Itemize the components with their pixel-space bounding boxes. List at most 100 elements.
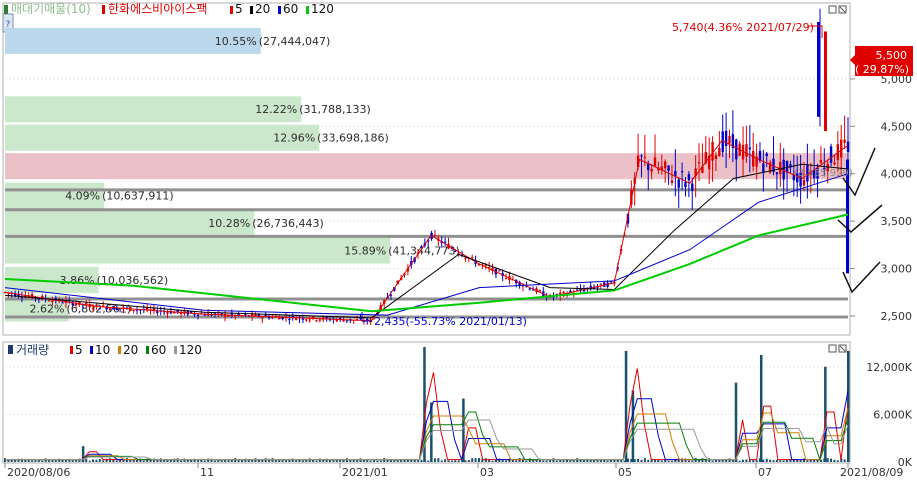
volume-bar — [264, 458, 267, 462]
volume-ma-legend-swatch — [174, 346, 177, 354]
volume-bar — [92, 459, 95, 462]
volume-bar — [660, 460, 663, 462]
candle-body — [132, 310, 135, 312]
volume-bar — [542, 460, 545, 462]
volume-bar — [515, 460, 518, 462]
candle-body — [196, 314, 200, 316]
profile-pct-label: 3.86% — [60, 274, 95, 287]
volume-bar — [752, 460, 755, 462]
volume-bar — [48, 460, 51, 462]
volume-bar — [775, 459, 778, 462]
candle-body — [697, 162, 701, 164]
price-tick-label: 4,500 — [881, 120, 913, 133]
x-tick-label: 2021/01 — [342, 466, 388, 479]
current-price-badge: 5,500 ( 29.87%) — [850, 46, 913, 76]
volume-ma-legend-label: 20 — [123, 343, 138, 357]
candle-body — [691, 183, 694, 191]
volume-bar — [115, 460, 118, 462]
volume-bar — [711, 460, 714, 462]
candle-body — [687, 174, 691, 181]
candle-body — [61, 302, 64, 304]
volume-bar — [762, 459, 765, 462]
price-tick-label: 3,500 — [881, 215, 913, 228]
profile-pct-label: 12.22% — [255, 103, 297, 116]
volume-tick-label: 6,000K — [873, 408, 912, 421]
profile-pct-label: 10.55% — [215, 35, 257, 48]
x-tick-label: 11 — [200, 466, 214, 479]
candle-body — [98, 308, 101, 310]
x-tick-label: 07 — [758, 466, 772, 479]
volume-bar — [484, 458, 487, 462]
volume-ma-legend-swatch — [90, 346, 93, 354]
current-change: ( 29.87%) — [855, 63, 909, 76]
volume-bar — [525, 460, 528, 462]
ma-legend-label: 120 — [311, 2, 334, 16]
candle-body — [108, 308, 112, 310]
volume-bar — [684, 458, 687, 462]
price-legend: 매대기매물(10) 한화에스비아이스팩 5 20 60 120 — [4, 2, 334, 16]
volume-bar — [37, 460, 40, 462]
ma-legend-label: 60 — [283, 2, 298, 16]
candle-body — [819, 160, 823, 163]
volume-bar — [637, 458, 640, 462]
candle-body — [74, 303, 78, 305]
volume-bar — [562, 460, 565, 462]
candle-body — [680, 171, 684, 173]
volume-bar — [345, 458, 348, 462]
volume-bar — [427, 460, 430, 462]
profile-pct-label: 2.62% — [30, 302, 65, 315]
volume-bar — [505, 460, 508, 462]
volume-bar — [356, 460, 359, 462]
volume-bar — [457, 460, 460, 462]
candle-body — [640, 155, 643, 157]
volume-bar — [528, 458, 531, 462]
candle-body — [728, 135, 731, 144]
candle-body — [643, 156, 647, 158]
volume-bar — [521, 458, 524, 462]
volume-bar — [95, 459, 98, 462]
volume-bar — [640, 459, 643, 462]
volume-bar — [274, 460, 277, 462]
volume-bar — [454, 460, 457, 462]
volume-bar — [88, 460, 91, 462]
volume-bar — [603, 459, 606, 462]
volume-bar — [108, 458, 111, 462]
volume-bar — [41, 460, 44, 462]
profile-amount-label: (33,698,186) — [317, 132, 389, 145]
volume-bar — [254, 458, 257, 462]
volume-bar — [102, 460, 105, 462]
volume-bar — [203, 460, 206, 462]
volume-bar — [802, 458, 805, 462]
volume-bar — [572, 460, 575, 462]
volume-ma-legend-swatch — [70, 346, 73, 354]
volume-bar — [31, 460, 34, 462]
candle-body — [829, 146, 833, 163]
volume-bar — [765, 458, 768, 462]
volume-bar — [376, 460, 379, 462]
candle-body — [562, 291, 565, 294]
volume-bar — [464, 460, 467, 462]
volume-bar — [342, 459, 345, 462]
volume-bar — [698, 459, 701, 462]
volume-bar — [681, 458, 684, 462]
candle-body — [775, 172, 779, 175]
volume-bar — [295, 460, 298, 462]
candle-body — [824, 31, 827, 132]
volume-bar — [440, 460, 443, 462]
volume-bar — [718, 459, 721, 462]
candle-body — [308, 319, 311, 321]
resistance-annotation: (3,935,929) — [794, 168, 853, 179]
candle-body — [91, 307, 95, 309]
x-tick-label: 03 — [480, 466, 494, 479]
volume-bar — [352, 460, 355, 462]
volume-bar — [447, 460, 450, 462]
stock-chart: ? 10.55%12.22%12.96%4.09%10.28%15.89%3.8… — [2, 2, 913, 479]
volume-bar — [809, 459, 812, 462]
volume-bar — [213, 460, 216, 462]
candle-body — [724, 130, 728, 146]
volume-bar — [373, 460, 376, 462]
profile-pct-label: 15.89% — [344, 245, 386, 258]
candle-body — [95, 304, 98, 306]
volume-bar — [379, 460, 382, 462]
volume-bar — [403, 459, 406, 462]
